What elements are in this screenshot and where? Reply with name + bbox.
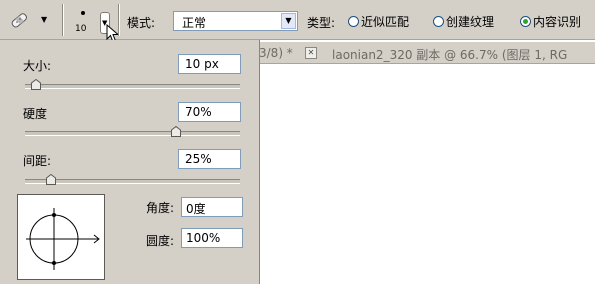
size-slider[interactable] xyxy=(25,84,240,89)
spacing-input-value: 25% xyxy=(185,152,212,166)
brush-shape-icon xyxy=(26,208,100,270)
document-tab-bar: 3/8) * ✕ laonian2_320 副本 @ 66.7% (图层 1, … xyxy=(255,42,595,64)
radio-label: 内容识别 xyxy=(533,15,582,29)
size-input[interactable]: 10 px xyxy=(178,54,241,74)
toolbar-separator xyxy=(118,4,120,36)
toolbar-separator xyxy=(62,4,64,36)
type-label: 类型: xyxy=(307,16,336,30)
hardness-input-value: 70% xyxy=(185,105,212,119)
roundness-input[interactable]: 100% xyxy=(181,228,243,248)
radio-circle-icon[interactable] xyxy=(433,16,444,27)
spacing-input[interactable]: 25% xyxy=(178,149,241,169)
brush-angle-preview[interactable] xyxy=(17,194,105,280)
brush-size-label: 10 xyxy=(75,24,87,34)
chevron-down-icon[interactable]: ▼ xyxy=(281,13,296,29)
tool-preset-dropdown-arrow-icon[interactable]: ▼ xyxy=(41,15,47,24)
radio-content-aware[interactable]: 内容识别 xyxy=(520,13,581,30)
size-input-value: 10 px xyxy=(185,57,219,71)
radio-circle-selected-icon[interactable] xyxy=(520,16,531,27)
hardness-input[interactable]: 70% xyxy=(178,102,241,122)
radio-circle-icon[interactable] xyxy=(348,16,359,27)
slider-thumb-icon[interactable] xyxy=(46,173,56,185)
angle-input-value: 0度 xyxy=(186,202,206,216)
slider-thumb-icon[interactable] xyxy=(31,78,41,90)
mode-select-value: 正常 xyxy=(182,16,207,30)
roundness-input-value: 100% xyxy=(186,231,221,245)
close-icon[interactable]: ✕ xyxy=(305,47,317,59)
spacing-label: 间距: xyxy=(23,154,52,168)
healing-brush-tool-icon[interactable] xyxy=(9,9,31,31)
slider-thumb-icon[interactable] xyxy=(171,125,181,137)
document-tab-previous[interactable]: 3/8) * xyxy=(259,46,293,60)
spacing-slider[interactable] xyxy=(25,179,240,184)
document-tab-title[interactable]: laonian2_320 副本 @ 66.7% (图层 1, RG xyxy=(332,46,567,63)
angle-label: 角度: xyxy=(146,201,175,215)
roundness-label: 圆度: xyxy=(146,234,175,248)
mode-select[interactable]: 正常 ▼ xyxy=(173,11,298,31)
radio-create-texture[interactable]: 创建纹理 xyxy=(433,13,494,30)
brush-tip-icon[interactable] xyxy=(81,11,85,15)
radio-label: 近似匹配 xyxy=(361,15,410,29)
mode-label: 模式: xyxy=(127,16,156,30)
size-label: 大小: xyxy=(23,59,52,73)
radio-label: 创建纹理 xyxy=(446,15,495,29)
hardness-slider[interactable] xyxy=(25,131,240,136)
angle-input[interactable]: 0度 xyxy=(181,197,243,217)
options-bar: ▼ 10 ▼ 模式: 正常 ▼ 类型: 近似匹配 创建纹理 内容识别 xyxy=(0,0,595,43)
brush-picker-panel: 大小: 10 px 硬度 70% 间距: 25% 角度: 0度 圆度: 100% xyxy=(0,40,260,284)
hardness-label: 硬度 xyxy=(23,107,48,121)
radio-proximity-match[interactable]: 近似匹配 xyxy=(348,13,409,30)
